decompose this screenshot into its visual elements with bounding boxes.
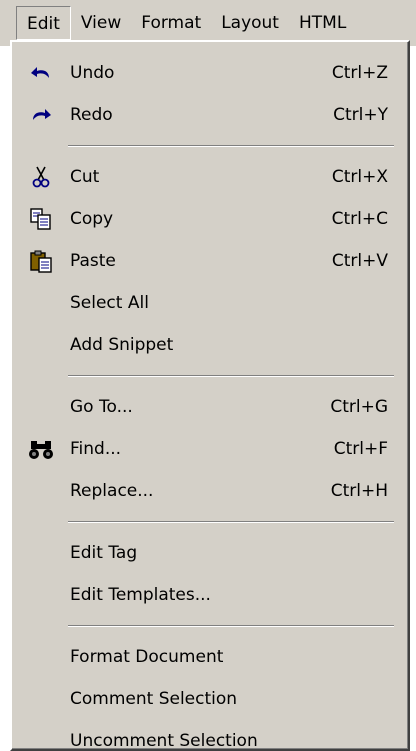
menu-item-shortcut: Ctrl+V [331, 251, 388, 271]
menu-separator [12, 512, 408, 532]
menu-item-add-snippet[interactable]: Add Snippet [12, 324, 408, 366]
menu-separator [12, 616, 408, 636]
menu-item-shortcut: Ctrl+F [333, 439, 388, 459]
menu-html[interactable]: HTML [289, 6, 356, 40]
menu-item-paste[interactable]: Paste Ctrl+V [12, 240, 408, 282]
scissors-icon [28, 164, 54, 190]
menu-item-label: Cut [70, 167, 100, 187]
menu-format[interactable]: Format [131, 6, 211, 40]
menu-item-shortcut: Ctrl+H [330, 481, 388, 501]
copy-icon [28, 206, 54, 232]
menu-item-label: Undo [70, 63, 115, 83]
menu-item-find[interactable]: Find... Ctrl+F [12, 428, 408, 470]
menu-edit[interactable]: Edit [16, 6, 71, 40]
paste-icon [28, 248, 54, 274]
menu-item-undo[interactable]: Undo Ctrl+Z [12, 52, 408, 94]
menu-item-label: Uncomment Selection [70, 731, 258, 751]
menu-item-format-document[interactable]: Format Document [12, 636, 408, 678]
menu-item-label: Replace... [70, 481, 154, 501]
menu-separator [12, 366, 408, 386]
menu-item-go-to[interactable]: Go To... Ctrl+G [12, 386, 408, 428]
menu-item-label: Edit Tag [70, 543, 138, 563]
menu-view[interactable]: View [71, 6, 131, 40]
menu-item-label: Redo [70, 105, 113, 125]
menu-item-replace[interactable]: Replace... Ctrl+H [12, 470, 408, 512]
menu-item-cut[interactable]: Cut Ctrl+X [12, 156, 408, 198]
menu-item-label: Format Document [70, 647, 224, 667]
menu-item-shortcut: Ctrl+G [330, 397, 388, 417]
menu-item-redo[interactable]: Redo Ctrl+Y [12, 94, 408, 136]
menu-item-label: Edit Templates... [70, 585, 211, 605]
menu-layout[interactable]: Layout [211, 6, 289, 40]
menu-item-shortcut: Ctrl+Z [331, 63, 388, 83]
menu-separator [12, 136, 408, 156]
menu-item-shortcut: Ctrl+C [331, 209, 388, 229]
menu-item-label: Find... [70, 439, 122, 459]
redo-icon [28, 102, 54, 128]
menu-item-shortcut: Ctrl+Y [333, 105, 388, 125]
menu-item-label: Paste [70, 251, 116, 271]
menu-item-label: Add Snippet [70, 335, 174, 355]
menu-item-label: Copy [70, 209, 114, 229]
edit-dropdown-menu: Undo Ctrl+Z Redo Ctrl+Y Cut Ctrl+X Copy … [10, 40, 410, 751]
menu-item-label: Comment Selection [70, 689, 238, 709]
menu-item-select-all[interactable]: Select All [12, 282, 408, 324]
menu-item-label: Select All [70, 293, 149, 313]
binoculars-icon [28, 436, 54, 462]
menu-item-copy[interactable]: Copy Ctrl+C [12, 198, 408, 240]
screen: Edit View Format Layout HTML Undo Ctrl+Z… [0, 0, 416, 751]
undo-icon [28, 60, 54, 86]
menu-item-label: Go To... [70, 397, 133, 417]
menu-item-shortcut: Ctrl+X [331, 167, 388, 187]
menu-item-edit-tag[interactable]: Edit Tag [12, 532, 408, 574]
menu-item-comment-selection[interactable]: Comment Selection [12, 678, 408, 720]
menu-item-uncomment-selection[interactable]: Uncomment Selection [12, 720, 408, 751]
menu-item-edit-templates[interactable]: Edit Templates... [12, 574, 408, 616]
